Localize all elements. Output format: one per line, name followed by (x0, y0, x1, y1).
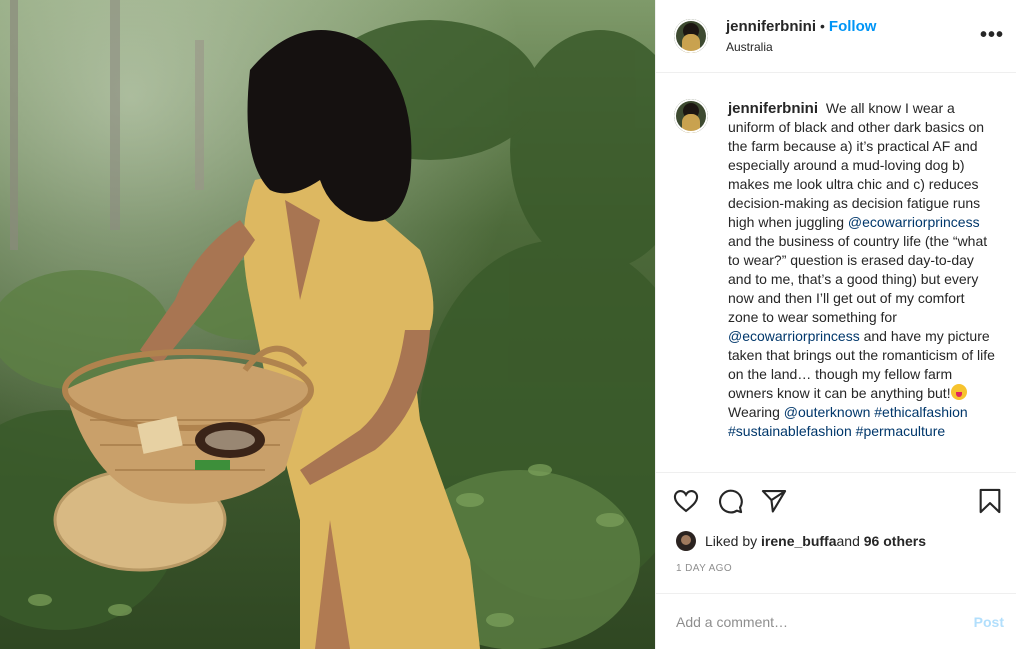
post-actions (656, 472, 1016, 529)
bookmark-icon[interactable] (976, 487, 1004, 515)
caption-text: jenniferbnini We all know I wear a unifo… (728, 99, 996, 472)
mention-ecowarriorprincess-2[interactable]: @ecowarriorprincess (728, 328, 860, 344)
likes-prefix: Liked by (705, 533, 758, 549)
follow-button[interactable]: Follow (829, 18, 877, 35)
hashtag-ethicalfashion[interactable]: #ethicalfashion (874, 404, 967, 420)
caption-avatar[interactable] (674, 99, 708, 133)
tongue-emoji-icon (950, 384, 967, 400)
comment-box: Post (656, 593, 1016, 649)
post-header: jenniferbnini • Follow Australia ••• (656, 0, 1016, 73)
likes-summary: Liked by irene_buffa and 96 others (656, 529, 1016, 553)
liker-avatar[interactable] (676, 531, 696, 551)
post-location[interactable]: Australia (726, 38, 876, 56)
instagram-post-modal: jenniferbnini • Follow Australia ••• jenni… (0, 0, 1016, 649)
hashtag-sustainablefashion[interactable]: #sustainablefashion (728, 423, 852, 439)
post-photo-image (0, 0, 655, 649)
post-side-panel: jenniferbnini • Follow Australia ••• jenni… (655, 0, 1016, 649)
comment-input[interactable] (674, 612, 974, 631)
separator-dot: • (820, 17, 825, 34)
caption-part-1: We all know I wear a uniform of black an… (728, 100, 985, 230)
author-info: jenniferbnini • Follow Australia (726, 17, 876, 56)
mention-ecowarriorprincess[interactable]: @ecowarriorprincess (848, 214, 980, 230)
hashtag-permaculture[interactable]: #permaculture (856, 423, 946, 439)
caption-username[interactable]: jenniferbnini (728, 100, 818, 117)
paper-plane-icon[interactable] (760, 487, 788, 515)
post-caption: jenniferbnini We all know I wear a unifo… (656, 73, 1016, 472)
post-timestamp[interactable]: 1 DAY AGO (656, 553, 1016, 579)
likes-middle: and (836, 533, 860, 549)
more-dots-icon[interactable]: ••• (980, 24, 1004, 47)
mention-outerknown[interactable]: @outerknown (784, 404, 871, 420)
author-username[interactable]: jenniferbnini (726, 18, 816, 35)
post-comment-button[interactable]: Post (974, 614, 1004, 630)
post-photo[interactable] (0, 0, 655, 649)
heart-icon[interactable] (672, 487, 700, 515)
caption-part-4: Wearing (728, 404, 784, 420)
author-avatar[interactable] (674, 19, 708, 53)
comment-icon[interactable] (716, 487, 744, 515)
liker-username[interactable]: irene_buffa (761, 533, 836, 549)
caption-part-2: and the business of country life (the “w… (728, 233, 988, 325)
likes-others-link[interactable]: 96 others (864, 533, 926, 549)
